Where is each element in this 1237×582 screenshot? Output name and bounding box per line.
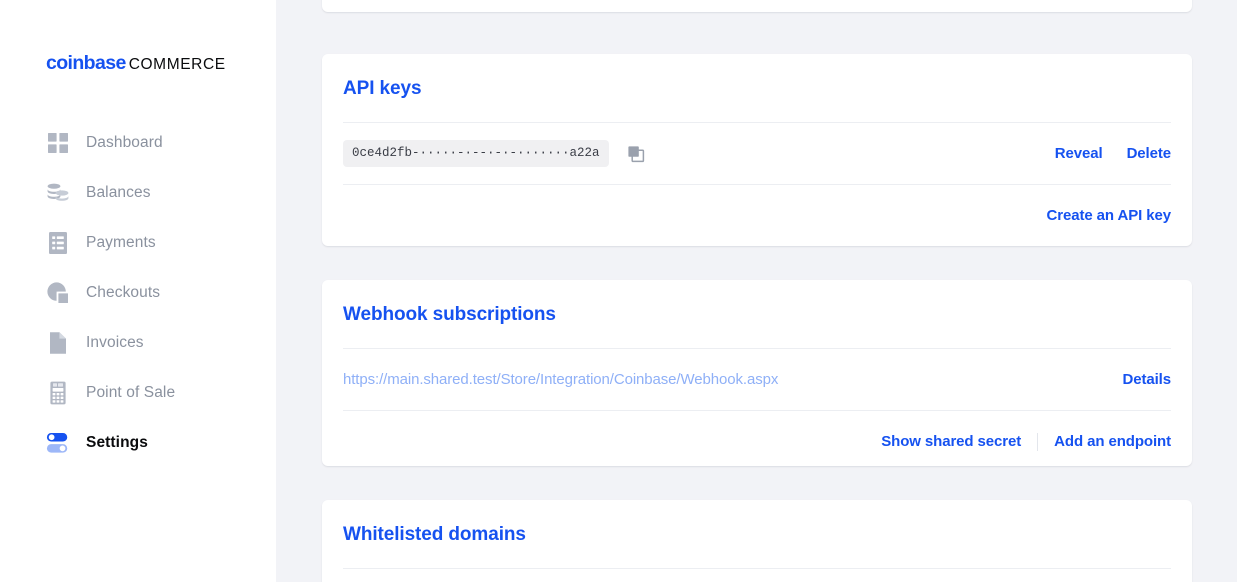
brand-suffix: COMMERCE xyxy=(129,56,226,73)
sidebar-item-label: Invoices xyxy=(86,334,144,352)
webhook-endpoint-url[interactable]: https://main.shared.test/Store/Integrati… xyxy=(343,371,778,388)
main-content: API keys 0ce4d2fb-·····-·--·-·-·······a2… xyxy=(276,0,1237,582)
whitelisted-domains-card: Whitelisted domains xyxy=(322,500,1192,582)
api-keys-footer-row: Create an API key xyxy=(322,185,1192,246)
sidebar: coinbaseCOMMERCE Dashboard xyxy=(0,0,276,582)
sidebar-item-label: Settings xyxy=(86,434,148,452)
grid-icon xyxy=(46,130,70,156)
api-key-value[interactable]: 0ce4d2fb-·····-·--·-·-·······a22a xyxy=(343,140,609,167)
domains-title: Whitelisted domains xyxy=(322,500,1192,546)
webhooks-footer-row: Show shared secret Add an endpoint xyxy=(322,411,1192,472)
brand-name: coinbase xyxy=(46,52,126,74)
sidebar-item-checkouts[interactable]: Checkouts xyxy=(0,268,276,318)
toggles-icon xyxy=(46,430,70,456)
sidebar-nav: Dashboard Balances xyxy=(0,118,276,468)
document-icon xyxy=(46,330,70,356)
create-api-key-button[interactable]: Create an API key xyxy=(1047,207,1171,224)
sidebar-item-label: Point of Sale xyxy=(86,384,175,402)
add-endpoint-button[interactable]: Add an endpoint xyxy=(1054,433,1171,450)
copy-icon[interactable] xyxy=(627,145,645,163)
show-shared-secret-button[interactable]: Show shared secret xyxy=(881,433,1021,450)
webhook-endpoint-row: https://main.shared.test/Store/Integrati… xyxy=(322,349,1192,410)
webhook-subscriptions-card: Webhook subscriptions https://main.share… xyxy=(322,280,1192,466)
sidebar-item-balances[interactable]: Balances xyxy=(0,168,276,218)
delete-key-button[interactable]: Delete xyxy=(1127,145,1171,162)
sidebar-item-label: Balances xyxy=(86,184,151,202)
sidebar-item-label: Payments xyxy=(86,234,156,252)
sidebar-item-settings[interactable]: Settings xyxy=(0,418,276,468)
webhook-details-button[interactable]: Details xyxy=(1123,371,1172,388)
api-keys-card: API keys 0ce4d2fb-·····-·--·-·-·······a2… xyxy=(322,54,1192,246)
list-icon xyxy=(46,230,70,256)
terminal-icon xyxy=(46,380,70,406)
sidebar-item-payments[interactable]: Payments xyxy=(0,218,276,268)
sidebar-item-dashboard[interactable]: Dashboard xyxy=(0,118,276,168)
api-key-row: 0ce4d2fb-·····-·--·-·-·······a22a Reveal… xyxy=(322,123,1192,184)
sidebar-item-label: Checkouts xyxy=(86,284,160,302)
coins-icon xyxy=(46,180,70,206)
sidebar-item-point-of-sale[interactable]: Point of Sale xyxy=(0,368,276,418)
divider xyxy=(343,568,1171,569)
webhooks-title: Webhook subscriptions xyxy=(322,280,1192,326)
sidebar-item-label: Dashboard xyxy=(86,134,163,152)
sidebar-item-invoices[interactable]: Invoices xyxy=(0,318,276,368)
card-above-partial xyxy=(322,0,1192,12)
chart-icon xyxy=(46,280,70,306)
divider xyxy=(1037,433,1038,451)
api-keys-title: API keys xyxy=(322,54,1192,100)
reveal-key-button[interactable]: Reveal xyxy=(1055,145,1103,162)
brand-logo[interactable]: coinbaseCOMMERCE xyxy=(46,52,226,75)
app-root: coinbaseCOMMERCE Dashboard xyxy=(0,0,1237,582)
